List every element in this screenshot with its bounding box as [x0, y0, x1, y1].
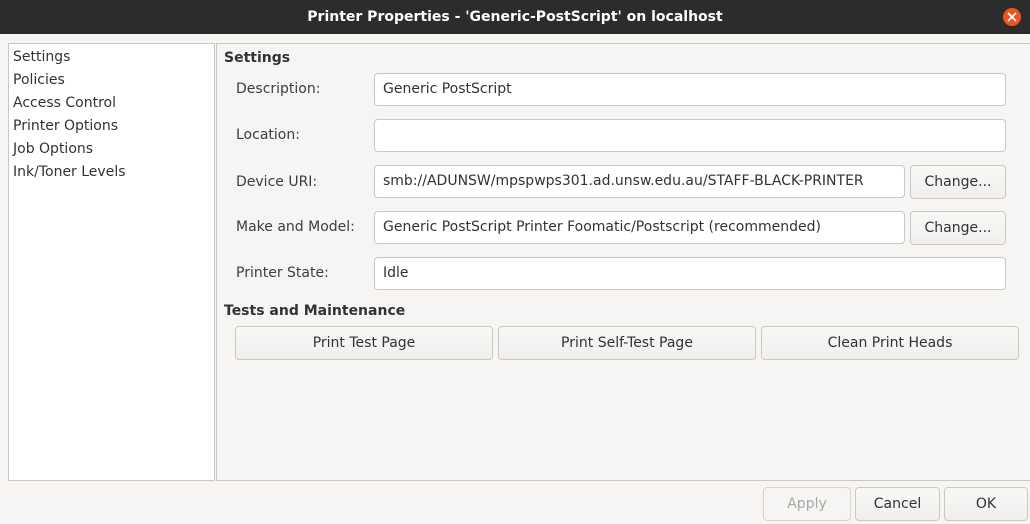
settings-heading: Settings: [224, 50, 291, 66]
device-uri-label: Device URI:: [236, 174, 318, 190]
close-icon: [1007, 12, 1017, 22]
sidebar-item-ink-toner-levels[interactable]: Ink/Toner Levels: [9, 161, 214, 184]
sidebar-item-access-control[interactable]: Access Control: [9, 92, 214, 115]
ok-button[interactable]: OK: [944, 487, 1028, 521]
close-button[interactable]: [1003, 8, 1021, 26]
description-label: Description:: [236, 81, 321, 97]
sidebar-item-settings[interactable]: Settings: [9, 46, 214, 69]
printer-state-label: Printer State:: [236, 265, 329, 281]
sidebar: Settings Policies Access Control Printer…: [8, 43, 215, 481]
print-self-test-page-button[interactable]: Print Self-Test Page: [498, 326, 756, 360]
clean-print-heads-button[interactable]: Clean Print Heads: [761, 326, 1019, 360]
change-make-model-button[interactable]: Change...: [910, 211, 1006, 245]
description-field[interactable]: Generic PostScript: [374, 73, 1006, 106]
make-model-field[interactable]: Generic PostScript Printer Foomatic/Post…: [374, 211, 905, 244]
change-device-uri-button[interactable]: Change...: [910, 165, 1006, 199]
tests-maintenance-heading: Tests and Maintenance: [224, 303, 406, 319]
print-test-page-button[interactable]: Print Test Page: [235, 326, 493, 360]
sidebar-item-policies[interactable]: Policies: [9, 69, 214, 92]
location-field[interactable]: [374, 119, 1006, 152]
make-model-label: Make and Model:: [236, 219, 355, 235]
printer-state-field: Idle: [374, 257, 1006, 290]
sidebar-item-printer-options[interactable]: Printer Options: [9, 115, 214, 138]
title-bar: Printer Properties - 'Generic-PostScript…: [0, 0, 1030, 34]
location-label: Location:: [236, 127, 300, 143]
sidebar-item-job-options[interactable]: Job Options: [9, 138, 214, 161]
cancel-button[interactable]: Cancel: [855, 487, 940, 521]
window-title: Printer Properties - 'Generic-PostScript…: [307, 9, 723, 25]
settings-panel: Settings Description: Generic PostScript…: [216, 43, 1030, 481]
apply-button[interactable]: Apply: [763, 487, 851, 521]
device-uri-field[interactable]: smb://ADUNSW/mpspwps301.ad.unsw.edu.au/S…: [374, 165, 905, 198]
